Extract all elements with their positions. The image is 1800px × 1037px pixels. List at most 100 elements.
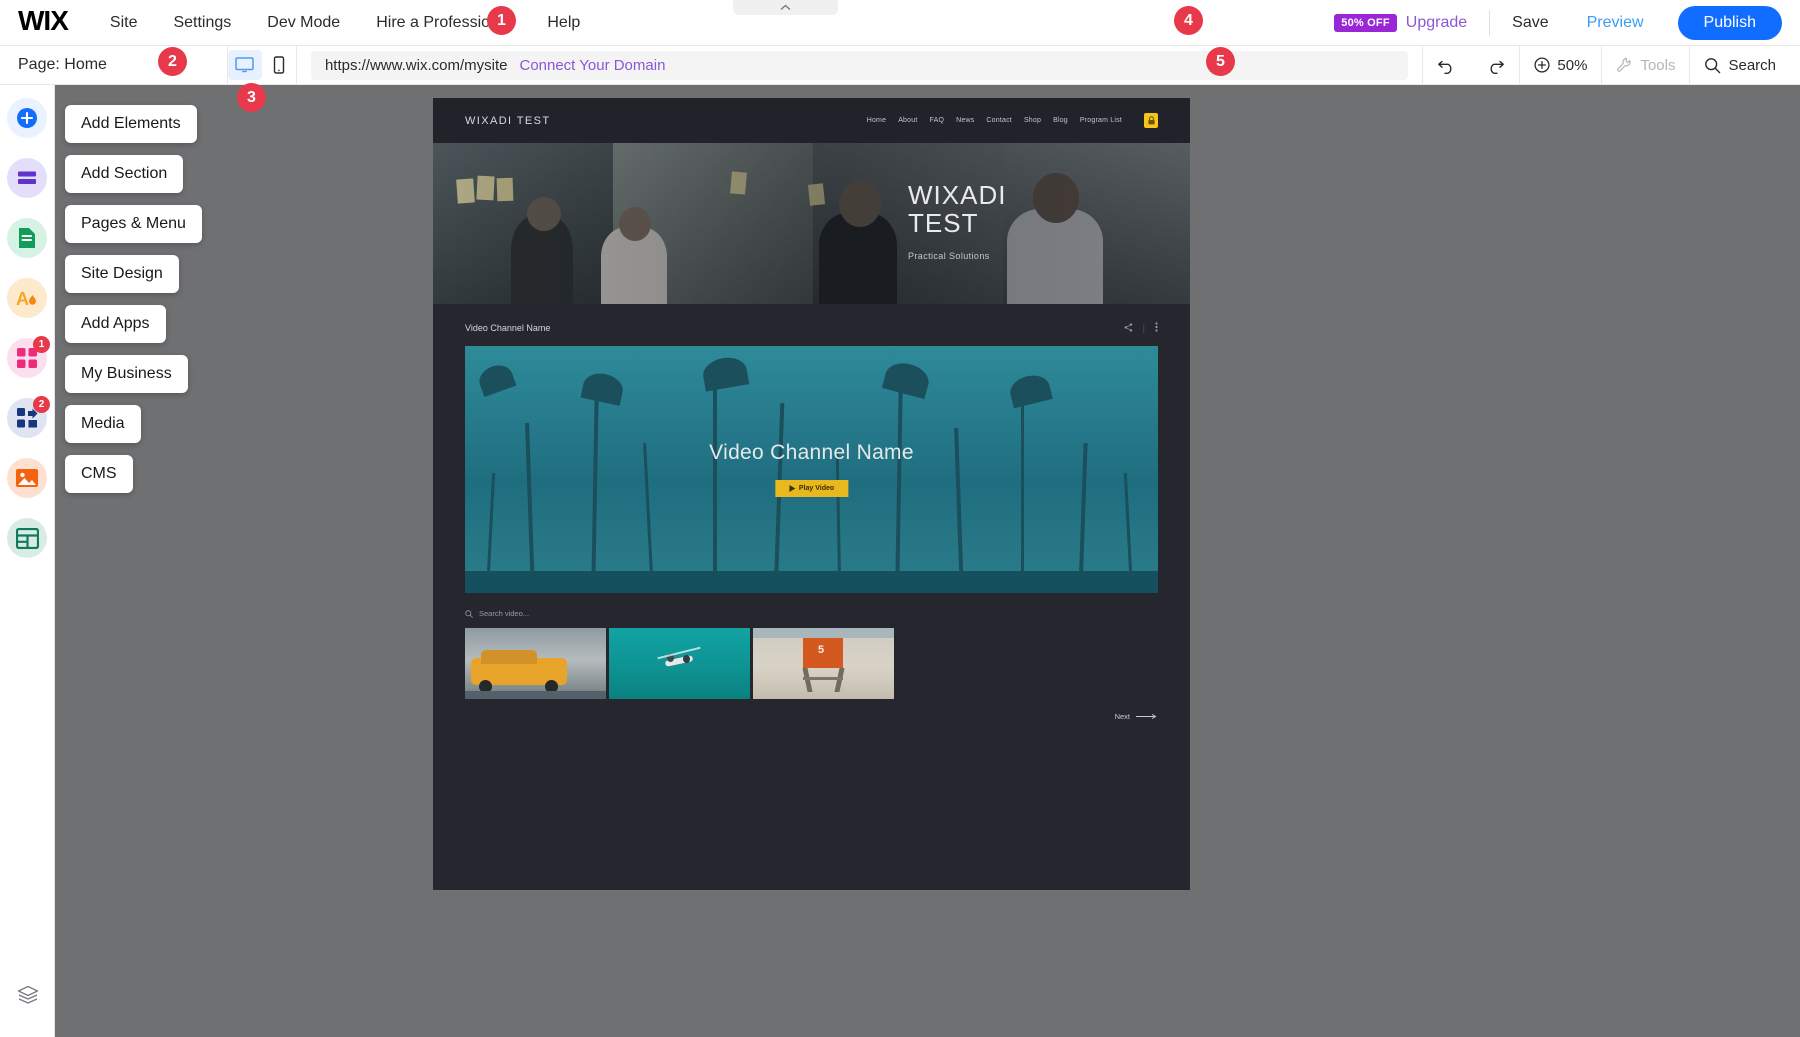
upgrade-button[interactable]: Upgrade <box>1406 14 1467 32</box>
collapse-handle[interactable] <box>733 0 838 15</box>
device-switcher <box>228 46 296 85</box>
divider <box>296 46 297 85</box>
panel-button-pages-menu[interactable]: Pages & Menu <box>65 205 202 243</box>
arrow-right-icon <box>1136 714 1158 719</box>
menu-item-site[interactable]: Site <box>110 14 138 32</box>
menu-item-help[interactable]: Help <box>547 14 580 32</box>
undo-button[interactable] <box>1423 46 1471 85</box>
video-section-title: Video Channel Name <box>465 323 550 333</box>
add-apps-badge: 1 <box>33 336 50 353</box>
share-glyph <box>1124 323 1133 332</box>
site-nav-contact[interactable]: Contact <box>986 117 1012 124</box>
layers-icon <box>17 985 39 1005</box>
video-thumbnail-list: 5 <box>465 628 1158 699</box>
site-logo[interactable]: WIXADI TEST <box>465 115 550 127</box>
site-nav-faq[interactable]: FAQ <box>929 117 944 124</box>
main-toolbar: WIX Site Settings Dev Mode Hire a Profes… <box>0 0 1800 46</box>
desktop-icon <box>235 57 254 74</box>
rail-item-my-business[interactable]: 2 <box>7 398 47 438</box>
more-icon[interactable] <box>1155 322 1158 334</box>
annotation-marker-4: 4 <box>1174 6 1203 35</box>
redo-button[interactable] <box>1471 46 1519 85</box>
next-page-link[interactable]: Next <box>465 712 1158 721</box>
hero-title-line1: WIXADI <box>908 181 1006 209</box>
search-button[interactable]: Search <box>1690 46 1800 85</box>
hero-title-line2: TEST <box>908 209 1006 237</box>
panel-button-media[interactable]: Media <box>65 405 141 443</box>
promo-badge: 50% OFF <box>1334 14 1396 32</box>
site-url-text: https://www.wix.com/mysite <box>325 57 508 74</box>
video-thumbnail-taxi[interactable] <box>465 628 606 699</box>
site-nav-shop[interactable]: Shop <box>1024 117 1041 124</box>
site-nav-news[interactable]: News <box>956 117 974 124</box>
panel-button-add-apps[interactable]: Add Apps <box>65 305 166 343</box>
site-header: WIXADI TEST Home About FAQ News Contact … <box>433 98 1190 143</box>
panel-button-my-business[interactable]: My Business <box>65 355 188 393</box>
panel-button-cms[interactable]: CMS <box>65 455 133 493</box>
site-nav-about[interactable]: About <box>898 117 917 124</box>
site-nav-blog[interactable]: Blog <box>1053 117 1068 124</box>
video-player[interactable]: Video Channel Name Play Video <box>465 346 1158 593</box>
annotation-marker-2: 2 <box>158 47 187 76</box>
panel-button-list: Add Elements Add Section Pages & Menu Si… <box>65 105 202 505</box>
search-icon <box>1704 57 1721 74</box>
wix-logo[interactable]: WIX <box>18 7 68 38</box>
preview-button[interactable]: Preview <box>1587 14 1644 32</box>
connect-domain-link[interactable]: Connect Your Domain <box>519 57 665 74</box>
left-rail: A 1 2 <box>0 85 55 1037</box>
top-right-actions: 50% OFF Upgrade Save Preview Publish <box>1334 0 1800 45</box>
video-channel-section[interactable]: Video Channel Name | <box>433 304 1190 721</box>
add-icon <box>15 106 39 130</box>
divider <box>1489 10 1490 36</box>
my-business-badge: 2 <box>33 396 50 413</box>
rail-item-site-design[interactable]: A <box>7 278 47 318</box>
panel-button-site-design[interactable]: Site Design <box>65 255 179 293</box>
more-glyph <box>1155 322 1158 332</box>
hero-text-block[interactable]: WIXADI TEST Practical Solutions <box>908 181 1006 261</box>
zoom-level-label: 50% <box>1557 57 1587 74</box>
rail-item-cms[interactable] <box>7 518 47 558</box>
rail-item-add-section[interactable] <box>7 158 47 198</box>
site-url-bar[interactable]: https://www.wix.com/mysite Connect Your … <box>311 51 1408 80</box>
video-thumbnail-kayak[interactable] <box>609 628 750 699</box>
share-icon[interactable] <box>1124 323 1133 334</box>
search-icon <box>465 610 473 618</box>
menu-item-settings[interactable]: Settings <box>173 14 231 32</box>
rail-item-media[interactable] <box>7 458 47 498</box>
desktop-view-button[interactable] <box>228 50 262 80</box>
rail-item-pages-menu[interactable] <box>7 218 47 258</box>
hero-subtitle: Practical Solutions <box>908 251 1006 261</box>
tools-icon <box>1616 57 1633 74</box>
play-video-button[interactable]: Play Video <box>775 480 848 497</box>
rail-item-add[interactable] <box>7 98 47 138</box>
svg-text:A: A <box>16 289 29 309</box>
play-icon <box>789 485 795 492</box>
sections-icon <box>15 166 39 190</box>
video-search-field[interactable]: Search video... <box>465 609 1158 618</box>
save-button[interactable]: Save <box>1512 14 1548 32</box>
site-canvas[interactable]: WIXADI TEST Home About FAQ News Contact … <box>433 98 1190 890</box>
annotation-marker-5: 5 <box>1206 47 1235 76</box>
panel-button-add-elements[interactable]: Add Elements <box>65 105 197 143</box>
mobile-view-button[interactable] <box>262 50 296 80</box>
site-design-icon: A <box>15 286 39 310</box>
menu-item-dev-mode[interactable]: Dev Mode <box>267 14 340 32</box>
padlock-glyph <box>1148 116 1155 125</box>
publish-button[interactable]: Publish <box>1678 6 1782 40</box>
video-section-actions: | <box>1124 322 1158 334</box>
rail-item-add-apps[interactable]: 1 <box>7 338 47 378</box>
chevron-up-icon <box>780 4 791 11</box>
rail-item-layers[interactable] <box>8 975 48 1015</box>
site-nav-program-list[interactable]: Program List <box>1080 117 1122 124</box>
site-nav-home[interactable]: Home <box>867 117 886 124</box>
zoom-button[interactable]: 50% <box>1520 46 1601 85</box>
lock-icon <box>1144 113 1158 128</box>
hero-section[interactable]: WIXADI TEST Practical Solutions <box>433 143 1190 304</box>
page-indicator[interactable]: Page: Home <box>18 56 107 74</box>
zoom-in-icon <box>1534 57 1550 73</box>
panel-button-add-section[interactable]: Add Section <box>65 155 183 193</box>
rail-icon-list: A 1 2 <box>0 85 54 558</box>
tools-button[interactable]: Tools <box>1602 46 1689 85</box>
site-nav: Home About FAQ News Contact Shop Blog Pr… <box>867 113 1158 128</box>
video-thumbnail-lifeguard[interactable]: 5 <box>753 628 894 699</box>
